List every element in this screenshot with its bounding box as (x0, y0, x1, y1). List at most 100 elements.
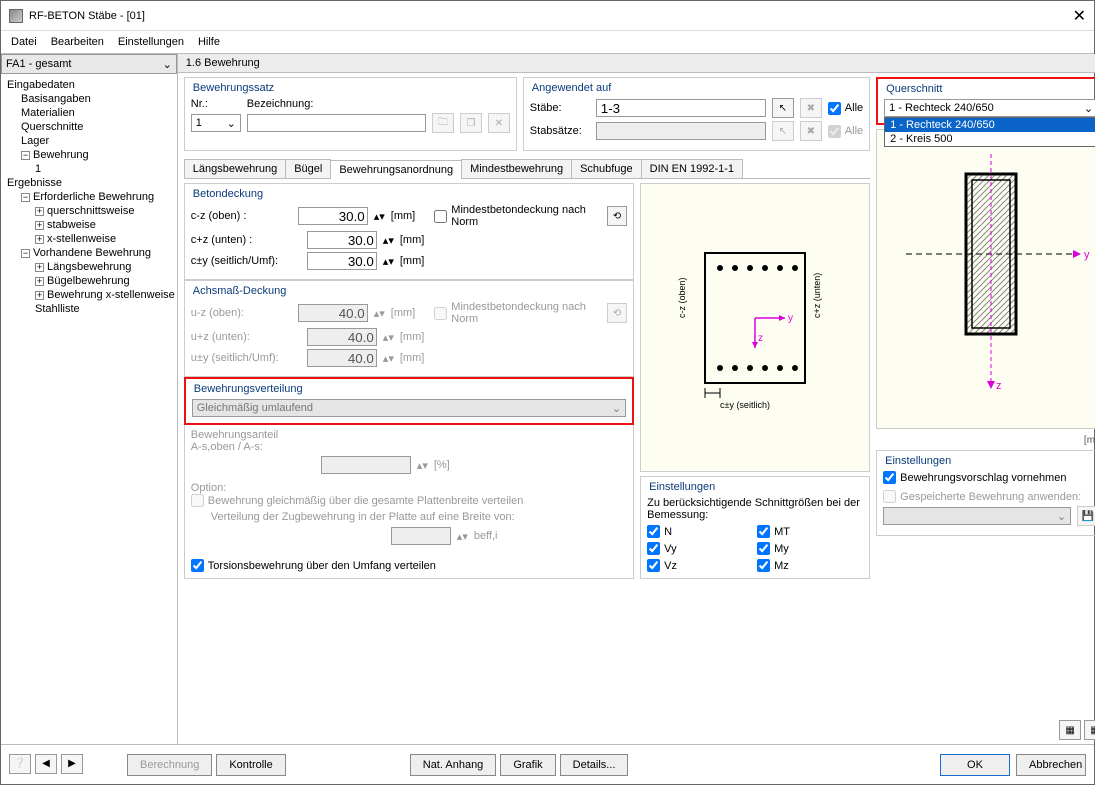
cover-svg: y z c-z (oben) c+z (unten) c±y (seitlich… (650, 233, 860, 423)
achsmass-tool-icon: ⟲ (607, 303, 627, 323)
clear-stabe-icon[interactable]: ✖ (800, 98, 822, 118)
prev-icon[interactable]: ◀ (35, 754, 57, 774)
loadcase-value: FA1 - gesamt (6, 58, 71, 70)
menu-bearbeiten[interactable]: Bearbeiten (51, 36, 104, 48)
label-bezeichnung: Bezeichnung: (247, 98, 510, 110)
nat-anhang-button[interactable]: Nat. Anhang (410, 754, 497, 776)
einst-desc: Zu berücksichtigende Schnittgrößen bei d… (647, 497, 863, 521)
uz-oben-input (298, 304, 368, 322)
nr-combo[interactable]: 1⌄ (191, 114, 241, 132)
unit-pct: [%] (434, 459, 450, 471)
bezeichnung-input[interactable] (247, 114, 426, 132)
delete-icon[interactable]: ✕ (488, 113, 510, 133)
alle-stabsatze-check: Alle (828, 125, 863, 138)
clear-stabsatze-icon: ✖ (800, 121, 822, 141)
menu-hilfe[interactable]: Hilfe (198, 36, 220, 48)
view-icon-2[interactable]: ▦ (1084, 720, 1095, 740)
anteil-input (321, 456, 411, 474)
tree-basisangaben[interactable]: Basisangaben (3, 92, 175, 106)
verteilung-combo[interactable]: Gleichmäßig umlaufend⌄ (192, 399, 626, 417)
details-button[interactable]: Details... (560, 754, 629, 776)
einstellungen-mid: Einstellungen Zu berücksichtigende Schni… (640, 476, 870, 579)
svg-text:z: z (758, 333, 763, 344)
folder-icon[interactable]: 🗀 (432, 113, 454, 133)
pick-stabe-icon[interactable]: ↖ (772, 98, 794, 118)
querschnitt-opt1[interactable]: 1 - Rechteck 240/650 (885, 118, 1095, 132)
menu-datei[interactable]: Datei (11, 36, 37, 48)
tree-stahlliste[interactable]: Stahlliste (3, 302, 175, 316)
verteilung-legend: Bewehrungsverteilung (192, 383, 626, 395)
label-stabe: Stäbe: (530, 102, 590, 114)
tree-ergebnisse[interactable]: Ergebnisse (3, 176, 175, 190)
tree-xstellenweise[interactable]: +x-stellenweise (3, 232, 175, 246)
tree-vorhandene[interactable]: −Vorhandene Bewehrung (3, 246, 175, 260)
tree-bew-xstellen[interactable]: +Bewehrung x-stellenweise (3, 288, 175, 302)
chk-vy[interactable]: Vy (647, 542, 753, 555)
label-cz-oben: c-z (oben) : (191, 210, 292, 222)
tab-mindestbewehrung[interactable]: Mindestbewehrung (461, 159, 572, 178)
querschnitt-opt2[interactable]: 2 - Kreis 500 (885, 132, 1095, 146)
tree-materialien[interactable]: Materialien (3, 106, 175, 120)
next-icon[interactable]: ▶ (61, 754, 83, 774)
tree-querschnittsweise[interactable]: +querschnittsweise (3, 204, 175, 218)
berechnung-button[interactable]: Berechnung (127, 754, 212, 776)
tree-buegelbewehrung[interactable]: +Bügelbewehrung (3, 274, 175, 288)
grafik-button[interactable]: Grafik (500, 754, 555, 776)
loadcase-combo[interactable]: FA1 - gesamt ⌄ (1, 54, 177, 74)
window-title: RF-BETON Stäbe - [01] (29, 10, 145, 22)
main-area: 1.6 Bewehrung Bewehrungssatz Nr.: Bezeic… (178, 54, 1095, 744)
stabe-input[interactable] (596, 99, 766, 117)
abbrechen-button[interactable]: Abbrechen (1016, 754, 1086, 776)
help-icon[interactable]: ❔ (9, 754, 31, 774)
chk-my[interactable]: My (757, 542, 863, 555)
chk-plattenbreite: Bewehrung gleichmäßig über die gesamte P… (191, 494, 627, 507)
crosssection-unit: [mm] (876, 435, 1095, 446)
chk-n[interactable]: N (647, 525, 753, 538)
tree-lager[interactable]: Lager (3, 134, 175, 148)
einstellungen-right: Einstellungen Bewehrungsvorschlag vorneh… (876, 450, 1095, 536)
alle-stabe-check[interactable]: Alle (828, 102, 863, 115)
gespeichert-combo: ⌄ (883, 507, 1071, 525)
tree-querschnitte[interactable]: Querschnitte (3, 120, 175, 134)
querschnitt-combo[interactable]: 1 - Rechteck 240/650⌄ (884, 99, 1095, 117)
mindestbeton-a-check: Mindestbetondeckung nach Norm (434, 301, 601, 325)
tree-eingabedaten[interactable]: Eingabedaten (3, 78, 175, 92)
chk-vz[interactable]: Vz (647, 559, 753, 572)
tree-bew-1[interactable]: 1 (3, 162, 175, 176)
cz-oben-input[interactable] (298, 207, 368, 225)
footer: ❔ ◀ ▶ Berechnung Kontrolle Nat. Anhang G… (1, 744, 1094, 784)
betondeckung-tool-icon[interactable]: ⟲ (607, 206, 627, 226)
querschnitt-legend: Querschnitt (884, 83, 1095, 95)
close-icon[interactable]: ✕ (1073, 6, 1086, 26)
chk-torsion[interactable]: Torsionsbewehrung über den Umfang vertei… (191, 559, 627, 572)
copy-icon[interactable]: ❐ (460, 113, 482, 133)
svg-text:c+z (unten): c+z (unten) (812, 272, 822, 317)
crosssection-view: y z (876, 129, 1095, 429)
bewehrungssatz-legend: Bewehrungssatz (191, 82, 510, 94)
tree-erforderliche[interactable]: −Erforderliche Bewehrung (3, 190, 175, 204)
svg-text:y: y (788, 313, 793, 324)
ok-button[interactable]: OK (940, 754, 1010, 776)
save-icon: 💾 (1077, 506, 1095, 526)
tab-din[interactable]: DIN EN 1992-1-1 (641, 159, 743, 178)
unit-mm: [mm] (391, 210, 419, 222)
view-icon-1[interactable]: ▦ (1059, 720, 1081, 740)
tree-laengsbewehrung[interactable]: +Längsbewehrung (3, 260, 175, 274)
cz-unten-input[interactable] (307, 231, 377, 249)
tabs: Längsbewehrung Bügel Bewehrungsanordnung… (184, 159, 870, 179)
tree-bewehrung[interactable]: −Bewehrung (3, 148, 175, 162)
chk-mz[interactable]: Mz (757, 559, 863, 572)
tab-bewehrungsanordnung[interactable]: Bewehrungsanordnung (330, 160, 462, 179)
label-uz-oben: u-z (oben): (191, 307, 292, 319)
chk-mt[interactable]: MT (757, 525, 863, 538)
tree-stabweise[interactable]: +stabweise (3, 218, 175, 232)
cy-seitlich-input[interactable] (307, 252, 377, 270)
tab-laengsbewehrung[interactable]: Längsbewehrung (184, 159, 286, 178)
tab-buegel[interactable]: Bügel (285, 159, 331, 178)
mindestbeton-check[interactable]: Mindestbetondeckung nach Norm (434, 204, 601, 228)
menu-einstellungen[interactable]: Einstellungen (118, 36, 184, 48)
navigation-tree: Eingabedaten Basisangaben Materialien Qu… (1, 74, 177, 744)
kontrolle-button[interactable]: Kontrolle (216, 754, 285, 776)
chk-vorschlag[interactable]: Bewehrungsvorschlag vornehmen (883, 471, 1095, 484)
tab-schubfuge[interactable]: Schubfuge (571, 159, 642, 178)
